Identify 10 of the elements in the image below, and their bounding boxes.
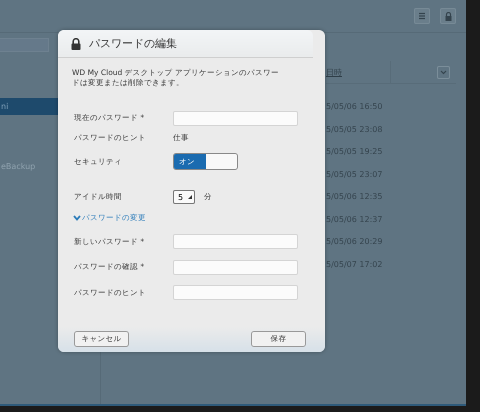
chevron-down-icon[interactable] — [437, 66, 450, 78]
lock-icon[interactable] — [440, 8, 456, 24]
lock-icon — [71, 38, 81, 50]
password-field[interactable] — [173, 110, 298, 126]
menu-icon[interactable] — [414, 8, 430, 24]
dialog-title: パスワードの編集 — [89, 36, 177, 51]
password-field[interactable] — [173, 260, 298, 275]
password-field[interactable] — [173, 285, 298, 300]
password-field[interactable] — [173, 234, 298, 250]
idle-time-spinner[interactable]: 5 — [173, 190, 195, 204]
